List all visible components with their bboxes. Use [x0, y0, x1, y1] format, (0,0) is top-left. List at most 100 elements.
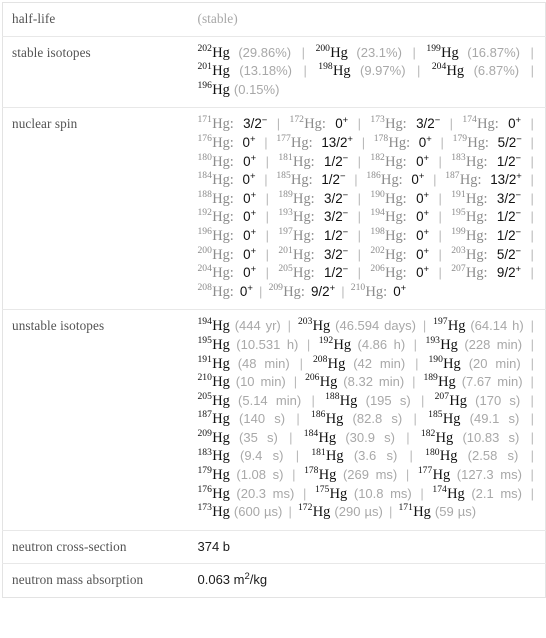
stable-isotope-entry: 201Hg (13.18%)	[198, 62, 292, 79]
spin-colon: :	[494, 116, 499, 133]
spin-colon: :	[483, 209, 488, 226]
unstable-isotope-entry: 206Hg (8.32 min)	[305, 373, 404, 390]
list-separator: |	[530, 485, 534, 501]
list-separator: |	[530, 392, 534, 408]
mass-number: 198	[318, 61, 333, 73]
nuclear-spin-199: 199Hg:	[451, 227, 488, 244]
nma-number: 0.063 m	[197, 572, 245, 588]
nuclear-spin-182: 182Hg:	[370, 152, 407, 170]
unstable-isotope-detail: (5.14 min)	[238, 392, 302, 408]
nuclear-spin-172: 172Hg:	[290, 115, 326, 133]
element-symbol: Hg	[212, 355, 230, 372]
mass-number: 181	[278, 151, 293, 163]
list-separator: |	[357, 246, 361, 262]
unstable-isotope-detail: (3.6 s)	[353, 448, 398, 464]
unstable-isotope-detail: (1.08 s)	[236, 467, 284, 483]
list-separator: |	[530, 44, 534, 60]
mass-number: 185	[428, 409, 443, 421]
mass-number: 195	[197, 334, 212, 346]
list-separator: |	[357, 153, 361, 169]
spin-parity: +	[247, 282, 253, 294]
nuclear-spin-value-180: 0+	[243, 152, 257, 169]
element-symbol: Hg	[318, 467, 337, 484]
list-separator: |	[530, 265, 534, 281]
spin-parity: +	[515, 263, 522, 275]
spin-colon: :	[229, 153, 234, 170]
unstable-isotope-detail: (20.3 ms)	[236, 485, 295, 501]
element-symbol: Hg	[385, 227, 403, 244]
mass-number: 171	[197, 114, 212, 126]
nuclear-spin-value-177: 13/2+	[321, 133, 353, 150]
unstable-isotope-detail: (290 µs)	[334, 504, 383, 520]
unstable-isotope-detail: (2.1 ms)	[471, 485, 522, 501]
spin-parity: +	[329, 282, 336, 294]
spin-parity: +	[249, 133, 256, 145]
element-symbol: Hg	[212, 336, 230, 353]
unstable-isotope-detail: (170 s)	[475, 392, 521, 408]
element-symbol: Hg	[212, 283, 230, 300]
unstable-isotope-detail: (10.83 s)	[462, 429, 520, 445]
list-separator: |	[287, 318, 292, 334]
list-separator: |	[530, 411, 535, 427]
list-separator: |	[299, 355, 304, 371]
list-separator: |	[293, 374, 298, 390]
element-symbol: Hg	[467, 134, 485, 151]
spin-colon: :	[310, 153, 315, 170]
spin-colon: :	[310, 265, 315, 282]
stable-isotope-entry: 199Hg (16.87%)	[426, 43, 520, 60]
element-properties-table: half-life (stable) stable isotopes 202Hg…	[2, 2, 546, 599]
unstable-isotope-173: 173Hg	[198, 503, 230, 520]
element-symbol: Hg	[312, 504, 331, 521]
unstable-isotope-210: 210Hg	[198, 373, 230, 390]
spin-colon: :	[310, 246, 315, 263]
list-separator: |	[440, 134, 444, 150]
table-row-neutron-cross-section: neutron cross-section 374 b	[2, 529, 546, 564]
nuclear-spin-list: 171Hg: 3/2− | 172Hg: 0+ | 173Hg: 3/2− | …	[188, 107, 546, 310]
element-symbol: Hg	[385, 265, 403, 282]
mass-number: 193	[425, 334, 440, 346]
spin-colon: :	[483, 227, 488, 244]
mass-number: 201	[278, 244, 293, 256]
element-symbol: Hg	[293, 265, 311, 282]
spin-parity: −	[339, 170, 346, 182]
stable-isotope-entry: 202Hg (29.86%)	[197, 42, 292, 60]
list-separator: |	[413, 336, 418, 352]
spin-parity: +	[423, 189, 430, 201]
element-symbol: Hg	[432, 467, 451, 484]
list-separator: |	[530, 448, 534, 464]
unstable-isotope-183: 183Hg	[198, 447, 230, 464]
mass-number: 172	[298, 502, 313, 514]
mass-number: 190	[370, 188, 385, 200]
mass-number: 192	[318, 334, 334, 346]
list-separator: |	[357, 265, 361, 281]
list-separator: |	[296, 411, 300, 427]
nuclear-spin-value-202: 0+	[416, 245, 430, 262]
element-symbol: Hg	[293, 153, 311, 170]
spin-colon: :	[229, 134, 234, 151]
nuclear-spin-171: 171Hg:	[197, 114, 234, 133]
nuclear-spin-186: 186Hg:	[366, 171, 402, 188]
unstable-isotope-detail: (2.58 s)	[467, 448, 519, 464]
element-symbol: Hg	[435, 429, 454, 446]
unstable-isotope-entry: 178Hg (269 ms)	[304, 466, 397, 484]
spin-colon: :	[229, 116, 234, 133]
stable-isotopes-list: 202Hg (29.86%) | 200Hg (23.1%) | 199Hg (…	[188, 35, 546, 108]
unstable-isotope-entry: 203Hg (46.594 days)	[298, 317, 416, 335]
list-separator: |	[292, 467, 296, 483]
spin-colon: :	[402, 116, 407, 133]
spin-colon: :	[402, 153, 407, 170]
mass-number: 202	[197, 42, 212, 54]
unstable-isotope-detail: (140 s)	[239, 411, 286, 427]
element-symbol: Hg	[312, 318, 331, 335]
list-separator: |	[264, 172, 268, 188]
mass-number: 185	[276, 170, 291, 182]
stable-isotope-200: 200Hg	[316, 43, 348, 60]
nuclear-spin-value-201: 3/2−	[324, 245, 349, 262]
neutron-cross-section-value: 374 b	[197, 538, 231, 554]
spin-colon: :	[483, 153, 488, 170]
spin-parity: +	[423, 263, 430, 275]
spin-parity: +	[250, 152, 257, 164]
element-symbol: Hg	[327, 355, 346, 372]
spin-colon: :	[321, 116, 326, 133]
mass-number: 208	[312, 353, 328, 365]
